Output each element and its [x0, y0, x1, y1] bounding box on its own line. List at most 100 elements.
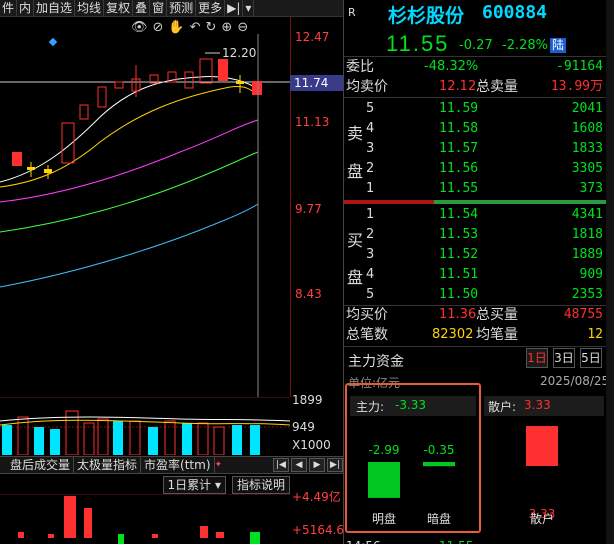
total-buy-value: 48755: [563, 307, 603, 322]
moneyflow-bar-value: -2.99: [368, 443, 399, 457]
weibi-label: 委比: [346, 59, 374, 75]
indicator-value-label: +4.49亿: [292, 490, 341, 504]
ask-row[interactable]: 5 11.59 2041: [344, 99, 607, 119]
eye-slash-icon[interactable]: ⊘: [153, 20, 164, 35]
tab-5-day[interactable]: 5日: [580, 348, 602, 368]
weibi-row: 委比 -48.32% -91164: [344, 57, 607, 77]
last-price: 11.55: [386, 31, 450, 56]
tab-pe-ttm[interactable]: 市盈率(ttm): [141, 456, 215, 474]
chart-tool-icons: 👁 ⊘ ✋ ↶ ↻ ⊕ ⊖: [131, 17, 248, 37]
toolbar-item-file[interactable]: 件: [0, 0, 18, 16]
bottom-price: 11.55: [439, 539, 473, 544]
current-price-tag: 11.74: [290, 75, 343, 91]
moneyflow-bar-value: -0.35: [423, 443, 454, 457]
first-page-icon[interactable]: |◀: [273, 458, 289, 472]
indicator-help-button[interactable]: 指标说明: [231, 476, 290, 494]
avg-buy-label: 均买价: [346, 307, 388, 323]
bid-row[interactable]: 3 11.52 1889: [344, 245, 607, 265]
moneyflow-bar-name: 散户: [530, 511, 554, 526]
tab-1-day[interactable]: 1日: [526, 348, 548, 368]
zoom-in-icon[interactable]: ⊕: [221, 20, 232, 35]
moneyflow-bar-3: [526, 426, 558, 466]
moneyflow-bar-2: [423, 462, 455, 467]
avg-sell-label: 均卖价: [346, 79, 388, 95]
weibi-pct: -48.32%: [424, 59, 479, 74]
money-indicator-chart[interactable]: [0, 494, 290, 544]
main-force-value: -3.33: [395, 398, 427, 412]
ma-cyan-line: [0, 203, 259, 288]
avg-buy-value: 11.36: [439, 307, 477, 322]
retail-label: 散户:: [488, 400, 517, 414]
toolbar-dropdown-icon[interactable]: ▾: [243, 0, 255, 16]
ask-row[interactable]: 3 11.57 1833: [344, 139, 607, 159]
avg-sell-row: 均卖价 12.12 总卖量 13.99万: [344, 77, 607, 97]
toolbar-item-more[interactable]: 更多: [196, 0, 226, 16]
ask-row[interactable]: 1 11.55 373: [344, 179, 607, 199]
bottom-time: 14:56: [346, 539, 381, 544]
eye-icon[interactable]: 👁: [131, 20, 148, 35]
tab-after-hours-volume[interactable]: 盘后成交量: [0, 456, 75, 474]
price-label: 8.43: [295, 287, 322, 301]
toolbar-item-overlay[interactable]: 叠: [133, 0, 151, 16]
bid-row[interactable]: 1 11.54 4341: [344, 205, 607, 225]
high-marker-label: 12.20: [222, 46, 256, 60]
bid-row[interactable]: 4 11.51 909: [344, 265, 607, 285]
moneyflow-bar-chart: -2.99明盘-0.35暗盘3.33散户14:5611.55: [346, 426, 558, 544]
news-side-strip[interactable]: [606, 0, 614, 544]
indicator-sub-toolbar: 1日累计 ▾ 指标说明: [0, 476, 290, 494]
spread-bar-sell: [344, 200, 434, 204]
avg-deal-label: 均笔量: [476, 327, 518, 343]
refresh-icon[interactable]: ↻: [206, 20, 217, 35]
stock-code: 600884: [482, 2, 548, 23]
volume-label: 1899: [292, 393, 323, 407]
price-change: -0.27: [459, 38, 493, 53]
toolbar-item-adjust[interactable]: 复权: [104, 0, 134, 16]
volume-chart[interactable]: [0, 397, 290, 455]
toolbar-item-ma[interactable]: 均线: [75, 0, 105, 16]
period-select[interactable]: 1日累计 ▾: [162, 476, 226, 494]
kline-chart[interactable]: 12.20: [0, 17, 290, 397]
moneyflow-title: 主力资金: [348, 354, 404, 370]
toolbar-item-add-watchlist[interactable]: 加自选: [34, 0, 76, 16]
toolbar-item-inner[interactable]: 内: [17, 0, 35, 16]
total-sell-label: 总卖量: [476, 79, 518, 95]
undo-icon[interactable]: ↶: [190, 20, 201, 35]
price-change-pct: -2.28%: [502, 38, 548, 53]
price-axis: 12.47 11.13 9.77 8.43: [290, 17, 343, 397]
prev-page-icon[interactable]: ◀: [291, 458, 307, 472]
indicator-bars: [18, 496, 260, 544]
tab-taiji-volume[interactable]: 太极量指标: [74, 456, 142, 474]
bid-row[interactable]: 5 11.50 2353: [344, 285, 607, 305]
toolbar-item-forecast[interactable]: 预测: [167, 0, 197, 16]
candles: [12, 58, 262, 179]
ma-green-line: [0, 151, 259, 233]
main-force-header: 主力: -3.33: [350, 396, 476, 416]
ma-white-line: [0, 76, 256, 183]
toolbar-pin-icon[interactable]: ▶|: [225, 0, 244, 16]
price-label: 11.13: [295, 115, 330, 129]
toolbar-item-window[interactable]: 窗: [150, 0, 168, 16]
next-page-icon[interactable]: ▶: [309, 458, 325, 472]
zoom-out-icon[interactable]: ⊖: [237, 20, 248, 35]
event-marker-icon[interactable]: [48, 37, 58, 47]
hk-connect-badge: 陆: [550, 38, 567, 53]
last-page-icon[interactable]: ▶|: [327, 458, 343, 472]
moneyflow-bar-1: [368, 462, 400, 498]
ma-magenta-line: [0, 119, 259, 203]
stock-name: 杉杉股份: [388, 5, 465, 27]
tab-marker-icon: ✦: [214, 460, 223, 470]
spread-bar-buy: [434, 200, 607, 204]
chart-toolbar: 件 内 加自选 均线 复权 叠 窗 预测 更多 ▶| ▾: [0, 0, 343, 17]
avg-deal-value: 12: [587, 327, 603, 342]
ask-row[interactable]: 2 11.56 3305: [344, 159, 607, 179]
hand-icon[interactable]: ✋: [168, 20, 184, 35]
price-label: 12.47: [295, 30, 330, 44]
indicator-tab-bar: 盘后成交量 太极量指标 市盈率(ttm) ✦ |◀ ◀ ▶ ▶|: [0, 456, 343, 474]
main-force-label: 主力:: [356, 400, 385, 414]
deals-label: 总笔数: [346, 327, 388, 343]
moneyflow-bar-name: 暗盘: [427, 511, 451, 526]
total-sell-value: 13.99万: [550, 79, 603, 94]
tab-3-day[interactable]: 3日: [553, 348, 575, 368]
ask-row[interactable]: 4 11.58 1608: [344, 119, 607, 139]
bid-row[interactable]: 2 11.53 1818: [344, 225, 607, 245]
